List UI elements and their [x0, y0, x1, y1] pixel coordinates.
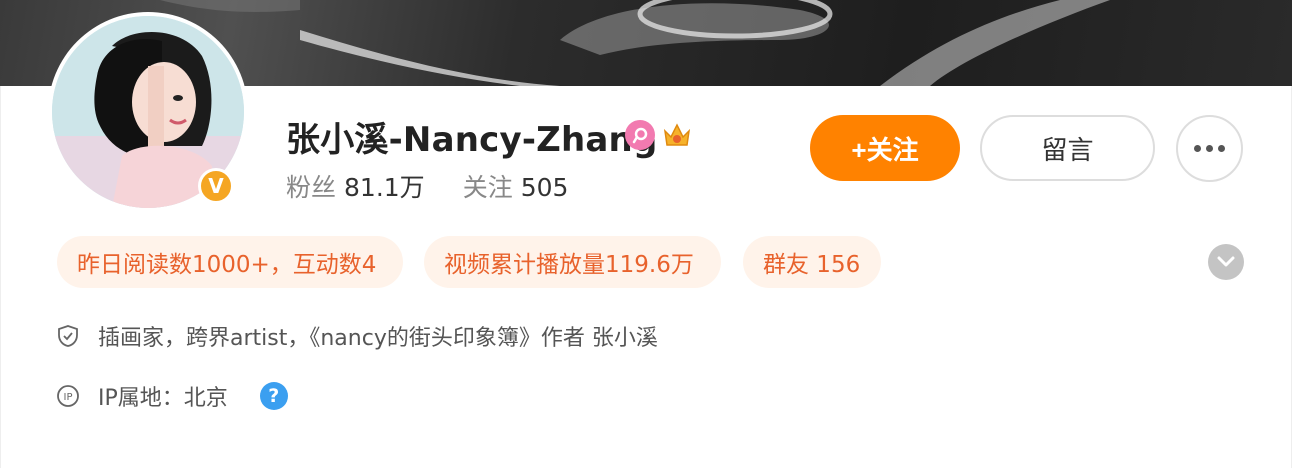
following-count[interactable]: 505: [521, 173, 569, 202]
shield-icon: [58, 325, 78, 347]
message-button[interactable]: 留言: [980, 115, 1155, 181]
fans-label[interactable]: 粉丝: [286, 173, 336, 202]
crown-glyph: [663, 123, 691, 146]
following-label[interactable]: 关注: [463, 173, 513, 202]
follow-button[interactable]: +关注: [810, 115, 960, 181]
tag-daily-reads[interactable]: 昨日阅读数1000+，互动数4: [57, 236, 403, 288]
verified-badge-text: V: [208, 174, 224, 198]
username: 张小溪-Nancy-Zhang: [286, 120, 658, 160]
more-dots-icon[interactable]: [1176, 115, 1243, 182]
chevron-down-icon[interactable]: [1208, 244, 1244, 280]
ip-icon: IP: [57, 385, 79, 407]
bio-row: 插画家，跨界artist，《nancy的街头印象簿》作者 张小溪: [56, 320, 658, 352]
fans-count[interactable]: 81.1万: [344, 173, 425, 202]
tag-video-plays[interactable]: 视频累计播放量119.6万: [424, 236, 721, 288]
bio-text: 插画家，跨界artist，《nancy的街头印象簿》作者 张小溪: [98, 326, 658, 351]
tag-group-members[interactable]: 群友 156: [743, 236, 881, 288]
vip-glyph: [632, 127, 648, 144]
ip-row: IP IP属地：北京 ?: [56, 380, 288, 412]
help-icon[interactable]: ?: [259, 382, 288, 410]
verified-badge-icon: V: [198, 168, 234, 204]
vip-icon[interactable]: [625, 120, 655, 150]
profile-stats: 粉丝 81.1万 关注 505: [286, 168, 568, 204]
chevron-glyph: [1217, 256, 1235, 267]
crown-icon[interactable]: [661, 119, 693, 151]
ip-location-text: IP属地：北京: [98, 386, 228, 411]
svg-text:IP: IP: [64, 392, 73, 403]
